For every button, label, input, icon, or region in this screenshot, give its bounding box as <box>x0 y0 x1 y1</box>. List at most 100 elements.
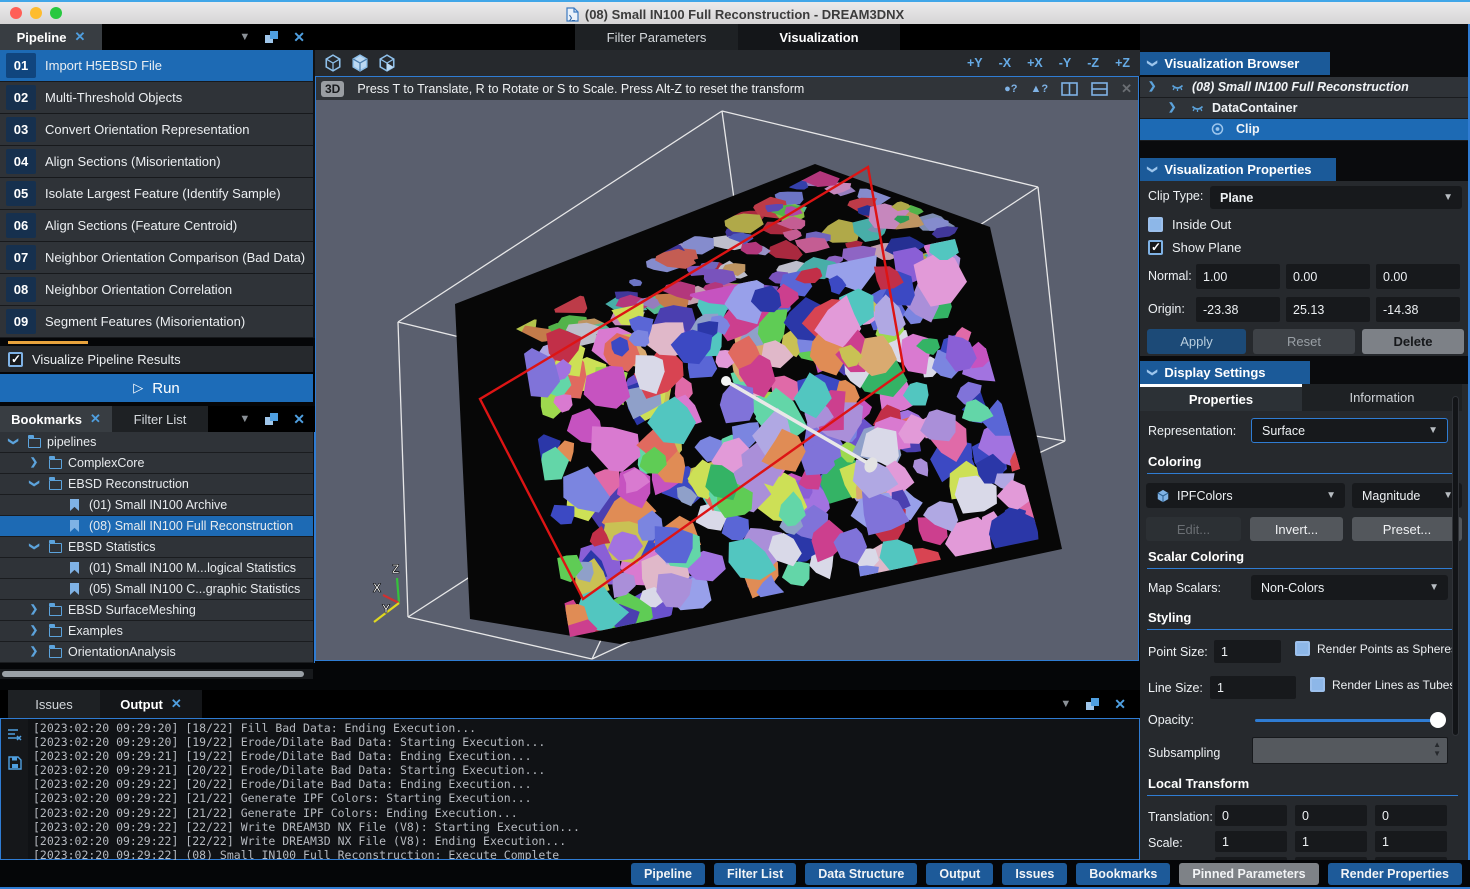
spinner-arrows-icon[interactable]: ▲▼ <box>1433 740 1441 758</box>
pipeline-item[interactable]: 09Segment Features (Misorientation) <box>0 306 313 338</box>
close-icon[interactable]: ✕ <box>171 696 182 712</box>
tab-properties[interactable]: Properties <box>1140 384 1302 411</box>
chevron-down-icon[interactable]: ❯ <box>1168 102 1176 113</box>
bookmark-tree-row[interactable]: ❯EBSD Statistics <box>0 537 313 558</box>
normal-y-input[interactable]: 0.00 <box>1286 264 1370 289</box>
pipeline-item[interactable]: 07Neighbor Orientation Comparison (Bad D… <box>0 242 313 274</box>
line-size-input[interactable]: 1 <box>1210 676 1296 699</box>
pipeline-item[interactable]: 06Align Sections (Feature Centroid) <box>0 210 313 242</box>
visualization-browser-row[interactable]: ❯DataContainer <box>1140 98 1468 119</box>
normal-x-input[interactable]: 1.00 <box>1196 264 1280 289</box>
camera-plusz-button[interactable]: +Z <box>1115 56 1130 70</box>
chevron-down-icon[interactable]: ▼ <box>239 31 250 43</box>
bookmark-tree-row[interactable]: (01) Small IN100 Archive <box>0 495 313 516</box>
render-panel-vscrollbar[interactable] <box>1452 396 1459 736</box>
point-size-input[interactable]: 1 <box>1214 640 1281 663</box>
chevron-down-icon[interactable]: ❯ <box>29 541 40 553</box>
camera-minusz-button[interactable]: -Z <box>1087 56 1099 70</box>
clear-console-icon[interactable] <box>7 728 23 742</box>
coloring-array-dropdown[interactable]: IPFColors ▼ <box>1146 483 1345 508</box>
tab-information[interactable]: Information <box>1302 384 1462 411</box>
dock-toggle-data-structure[interactable]: Data Structure <box>805 863 917 885</box>
split-vertical-icon[interactable] <box>1061 82 1078 96</box>
console-log[interactable]: [2023:02:20 09:29:20] [18/22] Fill Bad D… <box>33 721 1137 862</box>
origin-x-input[interactable]: -23.38 <box>1196 297 1280 322</box>
cell-query-icon[interactable]: ▲? <box>1030 83 1048 95</box>
visualization-properties-header[interactable]: ❯ Visualization Properties <box>1140 158 1336 181</box>
eye-open-icon[interactable] <box>1210 122 1225 136</box>
camera-plusx-button[interactable]: +X <box>1027 56 1043 70</box>
bookmark-tree-row[interactable]: ❯OrientationAnalysis <box>0 642 313 663</box>
save-log-icon[interactable] <box>8 756 22 770</box>
scale-y-input[interactable]: 1 <box>1295 831 1367 852</box>
chevron-down-icon[interactable]: ▼ <box>1060 698 1071 710</box>
bookmark-tree-row[interactable]: ❯Examples <box>0 621 313 642</box>
pipeline-item[interactable]: 03Convert Orientation Representation <box>0 114 313 146</box>
cube-outline-icon[interactable] <box>324 54 342 72</box>
tab-visualization[interactable]: Visualization <box>738 24 900 50</box>
bookmark-tree-row[interactable]: ❯EBSD SurfaceMeshing <box>0 600 313 621</box>
dock-toggle-bookmarks[interactable]: Bookmarks <box>1076 863 1170 885</box>
visualize-results-checkbox[interactable] <box>8 352 23 367</box>
dock-toggle-pipeline[interactable]: Pipeline <box>631 863 705 885</box>
show-plane-checkbox[interactable] <box>1148 240 1163 255</box>
bookmark-tree-row[interactable]: (08) Small IN100 Full Reconstruction <box>0 516 313 537</box>
scale-x-input[interactable]: 1 <box>1215 831 1287 852</box>
subsampling-spinner[interactable]: ▲▼ <box>1252 737 1448 764</box>
chevron-down-icon[interactable]: ❯ <box>1148 81 1156 92</box>
tab-issues[interactable]: Issues <box>8 690 100 718</box>
normal-z-input[interactable]: 0.00 <box>1376 264 1460 289</box>
cube-section-icon[interactable] <box>378 54 396 72</box>
dock-toggle-filter-list[interactable]: Filter List <box>714 863 796 885</box>
dock-toggle-pinned-parameters[interactable]: Pinned Parameters <box>1179 863 1318 885</box>
split-horizontal-icon[interactable] <box>1091 82 1108 96</box>
clip-type-dropdown[interactable]: Plane ▼ <box>1210 186 1462 209</box>
chevron-right-icon[interactable]: ❯ <box>28 625 40 636</box>
undock-icon[interactable] <box>264 30 279 44</box>
pipeline-item[interactable]: 02Multi-Threshold Objects <box>0 82 313 114</box>
apply-button[interactable]: Apply <box>1147 329 1246 354</box>
chevron-down-icon[interactable]: ▼ <box>239 413 250 425</box>
bookmark-tree-row[interactable]: ❯pipelines <box>0 432 313 453</box>
chevron-down-icon[interactable]: ❯ <box>8 436 19 448</box>
scale-z-input[interactable]: 1 <box>1375 831 1447 852</box>
translation-y-input[interactable]: 0 <box>1295 805 1367 826</box>
bookmark-tree-row[interactable]: (01) Small IN100 M...logical Statistics <box>0 558 313 579</box>
visualization-browser-row[interactable]: Clip <box>1140 119 1468 141</box>
pipeline-item[interactable]: 08Neighbor Orientation Correlation <box>0 274 313 306</box>
chevron-right-icon[interactable]: ❯ <box>28 604 40 615</box>
origin-y-input[interactable]: 25.13 <box>1286 297 1370 322</box>
camera-minusx-button[interactable]: -X <box>999 56 1012 70</box>
tab-bookmarks[interactable]: Bookmarks ✕ <box>0 406 112 432</box>
dock-toggle-render-properties[interactable]: Render Properties <box>1328 863 1462 885</box>
opacity-slider-thumb[interactable] <box>1430 712 1446 728</box>
cube-solid-icon[interactable] <box>351 54 369 72</box>
close-view-icon[interactable]: ✕ <box>1121 81 1132 97</box>
component-dropdown[interactable]: Magnitude ▼ <box>1352 483 1462 508</box>
dock-toggle-issues[interactable]: Issues <box>1002 863 1067 885</box>
reset-button[interactable]: Reset <box>1253 329 1355 354</box>
invert-colormap-button[interactable]: Invert... <box>1250 517 1343 541</box>
hscrollbar-thumb[interactable] <box>2 671 304 677</box>
bookmark-tree-row[interactable]: (05) Small IN100 C...graphic Statistics <box>0 579 313 600</box>
close-icon[interactable]: ✕ <box>293 411 305 428</box>
inside-out-checkbox[interactable] <box>1148 217 1163 232</box>
tab-output[interactable]: Output ✕ <box>100 690 202 718</box>
visualization-browser-header[interactable]: ❯ Visualization Browser <box>1140 52 1330 75</box>
delete-button[interactable]: Delete <box>1362 329 1464 354</box>
origin-z-input[interactable]: -14.38 <box>1376 297 1460 322</box>
viewport-canvas[interactable]: ZXY <box>316 100 1138 660</box>
dock-toggle-output[interactable]: Output <box>926 863 993 885</box>
tab-filter-parameters[interactable]: Filter Parameters <box>575 24 738 50</box>
pipeline-item[interactable]: 05Isolate Largest Feature (Identify Samp… <box>0 178 313 210</box>
tab-pipeline[interactable]: Pipeline ✕ <box>0 24 102 50</box>
chevron-down-icon[interactable]: ❯ <box>29 478 40 490</box>
preset-colormap-button[interactable]: Preset... <box>1352 517 1462 541</box>
tab-filter-list[interactable]: Filter List <box>112 406 208 432</box>
edit-colormap-button[interactable]: Edit... <box>1146 517 1241 541</box>
display-settings-header[interactable]: ❯ Display Settings <box>1140 361 1310 384</box>
close-icon[interactable]: ✕ <box>1114 696 1126 713</box>
eye-closed-icon[interactable] <box>1170 80 1185 94</box>
run-button[interactable]: ▷ Run <box>0 374 313 402</box>
translation-z-input[interactable]: 0 <box>1375 805 1447 826</box>
